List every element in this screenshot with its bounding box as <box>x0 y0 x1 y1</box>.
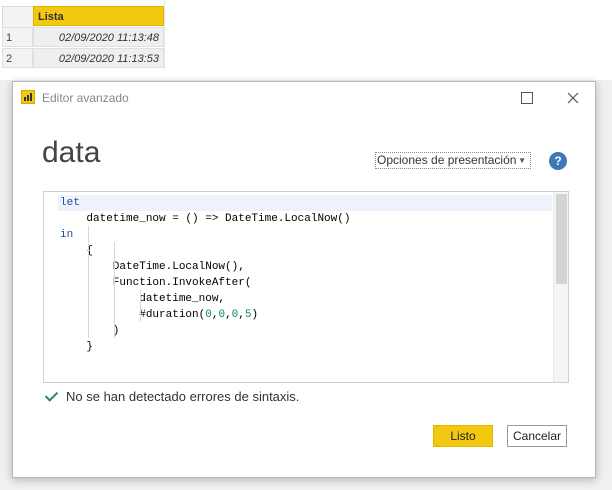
table-cell[interactable]: 02/09/2020 11:13:48 <box>33 27 164 47</box>
code-content[interactable]: let datetime_now = () => DateTime.LocalN… <box>58 195 552 355</box>
title-bar[interactable]: Editor avanzado <box>13 82 595 114</box>
editor-gutter <box>44 192 56 382</box>
editor-scrollbar[interactable] <box>553 192 568 382</box>
code-editor[interactable]: let datetime_now = () => DateTime.LocalN… <box>43 191 569 383</box>
code-line: #duration(0,0,0,5) <box>60 309 259 321</box>
column-header-lista[interactable]: Lista <box>33 6 164 26</box>
query-name: data <box>42 136 101 169</box>
syntax-status-text: No se han detectado errores de sintaxis. <box>66 388 300 404</box>
code-line: DateTime.LocalNow(), <box>60 261 245 273</box>
code-line: datetime_now, <box>60 293 226 305</box>
dialog-title: Editor avanzado <box>42 91 129 105</box>
code-line: } <box>60 341 94 353</box>
code-line: ) <box>60 325 120 337</box>
row-number: 2 <box>2 48 33 68</box>
cancel-button[interactable]: Cancelar <box>507 425 567 447</box>
chevron-down-icon: ▼ <box>518 156 526 165</box>
code-line: Function.InvokeAfter( <box>60 277 252 289</box>
table-row[interactable]: 2 02/09/2020 11:13:53 <box>2 48 164 68</box>
display-options-label: Opciones de presentación <box>377 153 517 167</box>
indent-guide <box>140 290 141 322</box>
advanced-editor-dialog: Editor avanzado data Opciones de present… <box>12 81 596 478</box>
close-icon <box>567 92 579 104</box>
results-grid: Lista 1 02/09/2020 11:13:48 2 02/09/2020… <box>0 0 612 80</box>
power-bi-icon <box>21 90 35 104</box>
code-line: in <box>60 229 74 241</box>
maximize-button[interactable] <box>505 82 549 114</box>
table-cell[interactable]: 02/09/2020 11:13:53 <box>33 48 164 68</box>
grid-divider <box>164 0 165 70</box>
indent-guide <box>88 226 89 338</box>
code-line: { <box>60 245 94 257</box>
table-row[interactable]: 1 02/09/2020 11:13:48 <box>2 27 164 47</box>
row-number: 1 <box>2 27 33 47</box>
maximize-icon <box>521 92 533 104</box>
indent-guide <box>114 242 115 338</box>
scrollbar-thumb[interactable] <box>556 194 567 284</box>
code-line: datetime_now = () => DateTime.LocalNow() <box>60 213 351 225</box>
code-line: let <box>58 195 552 211</box>
display-options-dropdown[interactable]: Opciones de presentación ▼ <box>375 152 531 169</box>
help-icon[interactable]: ? <box>549 152 567 170</box>
row-number-header <box>2 6 34 28</box>
check-icon <box>44 389 58 403</box>
close-button[interactable] <box>551 82 595 114</box>
done-button[interactable]: Listo <box>433 425 493 447</box>
syntax-status: No se han detectado errores de sintaxis. <box>44 387 299 405</box>
